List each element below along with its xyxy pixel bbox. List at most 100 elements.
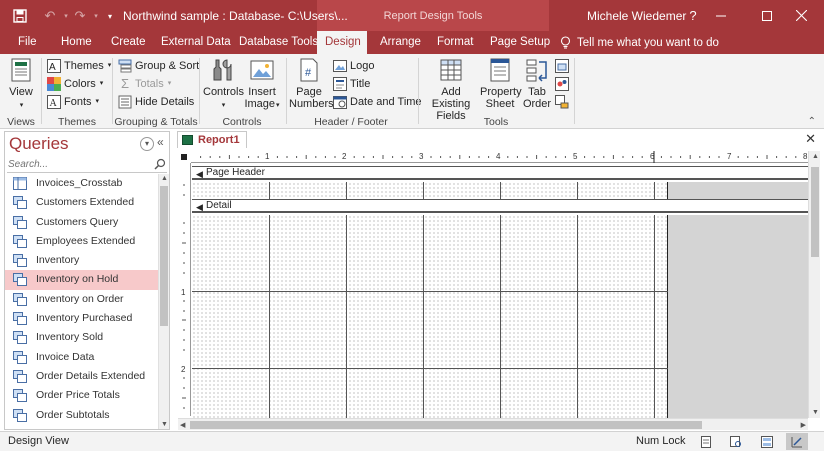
grid-line [423, 182, 424, 199]
print-preview-button[interactable] [725, 433, 747, 450]
scroll-right-arrow-icon[interactable]: ▶ [801, 421, 806, 429]
layout-view-button[interactable] [756, 433, 778, 450]
scroll-down-arrow-icon[interactable]: ▼ [812, 409, 819, 416]
report-width-edge[interactable] [667, 182, 668, 199]
list-item[interactable]: Employees Extended [5, 232, 158, 251]
add-existing-fields-button[interactable]: Add Existing Fields [421, 57, 481, 122]
insert-image-button[interactable]: Insert Image▾ [244, 57, 280, 112]
vertical-scroll-thumb[interactable] [811, 167, 819, 257]
hide-details-icon [118, 95, 132, 109]
ruler-label: 2 [342, 152, 347, 161]
list-item[interactable]: Inventory Purchased [5, 309, 158, 328]
view-button[interactable]: View ▾ [6, 57, 36, 112]
list-item-label: Inventory on Order [36, 292, 124, 305]
document-tab[interactable]: Report1 [177, 131, 247, 148]
tab-home[interactable]: Home [53, 31, 100, 54]
totals-button[interactable]: Σ Totals ▾ [118, 75, 171, 93]
section-bar-page-header[interactable]: ◀ Page Header [192, 166, 808, 180]
list-item[interactable]: Order Subtotals [5, 406, 158, 425]
customize-toolbar-icon[interactable]: ▾ [100, 6, 120, 26]
minimize-button[interactable] [698, 0, 744, 31]
nav-title[interactable]: Queries [9, 134, 69, 154]
nav-search-input[interactable] [7, 157, 167, 173]
list-item[interactable]: Invoices_Crosstab [5, 174, 158, 193]
ruler-corner[interactable] [178, 151, 191, 163]
property-sheet-label-1: Property [480, 86, 522, 98]
close-document-icon[interactable]: ✕ [805, 131, 816, 147]
grid-line [654, 215, 655, 418]
page-numbers-button[interactable]: # Page Numbers [289, 57, 334, 110]
scroll-up-arrow-icon[interactable]: ▲ [812, 153, 819, 160]
tab-database-tools[interactable]: Database Tools [231, 31, 326, 54]
minimize-icon [716, 15, 726, 16]
view-code-button[interactable] [555, 75, 569, 93]
tab-create[interactable]: Create [103, 31, 154, 54]
horizontal-ruler[interactable]: 1 2 3 4 5 6 7 8 [191, 151, 808, 163]
add-fields-label-1: Add Existing [431, 86, 471, 110]
ribbon-tabs: File Home Create External Data Database … [0, 31, 824, 54]
nav-scroll-thumb[interactable] [160, 186, 168, 326]
nav-collapse-icon[interactable]: « [157, 135, 164, 149]
document-title: Northwind sample : Database- C:\Users\..… [123, 9, 348, 23]
tab-format[interactable]: Format [429, 31, 481, 54]
list-item[interactable]: Inventory Sold [5, 328, 158, 347]
grid-line [423, 215, 424, 418]
section-bar-detail[interactable]: ◀ Detail [192, 199, 808, 213]
list-item-selected[interactable]: Inventory on Hold [5, 270, 158, 290]
tab-order-button[interactable]: Tab Order [521, 57, 553, 110]
subform-button[interactable] [555, 57, 569, 75]
title-button[interactable]: Title [333, 75, 370, 93]
tell-me-box[interactable]: Tell me what you want to do [560, 31, 719, 54]
page-numbers-label-1: Page [296, 86, 322, 98]
property-sheet-button[interactable]: Property Sheet [480, 57, 522, 110]
report-view-button[interactable] [695, 433, 717, 450]
tab-external-data[interactable]: External Data [153, 31, 239, 54]
list-item[interactable]: Customers Query [5, 213, 158, 232]
scroll-left-arrow-icon[interactable]: ◀ [180, 421, 185, 429]
controls-icon [213, 59, 232, 81]
grid-line [269, 182, 270, 199]
design-view-button[interactable] [786, 433, 808, 450]
list-item[interactable]: Inventory on Order [5, 290, 158, 309]
fonts-button[interactable]: A Fonts ▾ [47, 93, 99, 111]
scroll-up-arrow-icon[interactable]: ▲ [161, 175, 168, 182]
tab-file[interactable]: File [10, 31, 45, 54]
ruler-label: 2 [181, 365, 186, 374]
themes-button[interactable]: A Themes ▾ [47, 57, 111, 75]
convert-macros-button[interactable] [555, 93, 569, 111]
search-icon[interactable] [154, 158, 166, 173]
nav-menu-chevron-icon[interactable]: ▾ [140, 137, 154, 151]
hide-details-button[interactable]: Hide Details [118, 93, 194, 111]
collapse-ribbon-icon[interactable]: ⌃ [808, 116, 816, 127]
ruler-label: 3 [419, 152, 424, 161]
list-item[interactable]: Invoice Data [5, 348, 158, 367]
tab-design[interactable]: Design [317, 31, 367, 54]
group-sort-button[interactable]: Group & Sort [118, 57, 199, 75]
list-item[interactable]: Order Details Extended [5, 367, 158, 386]
report-width-edge[interactable] [667, 215, 668, 418]
date-time-button[interactable]: Date and Time [333, 93, 422, 111]
horizontal-scroll-thumb[interactable] [190, 421, 702, 429]
scroll-down-arrow-icon[interactable]: ▼ [161, 421, 168, 428]
nav-scrollbar[interactable]: ▲ ▼ [158, 174, 169, 429]
logo-button[interactable]: Logo [333, 57, 374, 75]
add-fields-icon [440, 59, 462, 81]
detail-grid[interactable] [192, 215, 668, 418]
tab-arrange[interactable]: Arrange [372, 31, 429, 54]
vertical-ruler[interactable]: 1 2 [178, 163, 191, 416]
vertical-scrollbar[interactable]: ▲ ▼ [808, 151, 820, 418]
title-icon [333, 77, 347, 91]
horizontal-scrollbar[interactable]: ◀ ▶ [178, 418, 808, 430]
colors-button[interactable]: Colors ▾ [47, 75, 103, 93]
page-header-grid[interactable] [192, 182, 668, 199]
print-preview-icon [730, 435, 741, 447]
list-item-label: Inventory on Hold [36, 273, 119, 286]
list-item[interactable]: Inventory [5, 251, 158, 270]
close-button[interactable] [778, 0, 824, 31]
list-item[interactable]: Customers Extended [5, 193, 158, 212]
document-tab-label: Report1 [198, 134, 240, 146]
save-icon[interactable] [10, 6, 30, 26]
tab-page-setup[interactable]: Page Setup [482, 31, 558, 54]
controls-button[interactable]: Controls ▾ [203, 57, 244, 112]
list-item[interactable]: Order Price Totals [5, 386, 158, 405]
